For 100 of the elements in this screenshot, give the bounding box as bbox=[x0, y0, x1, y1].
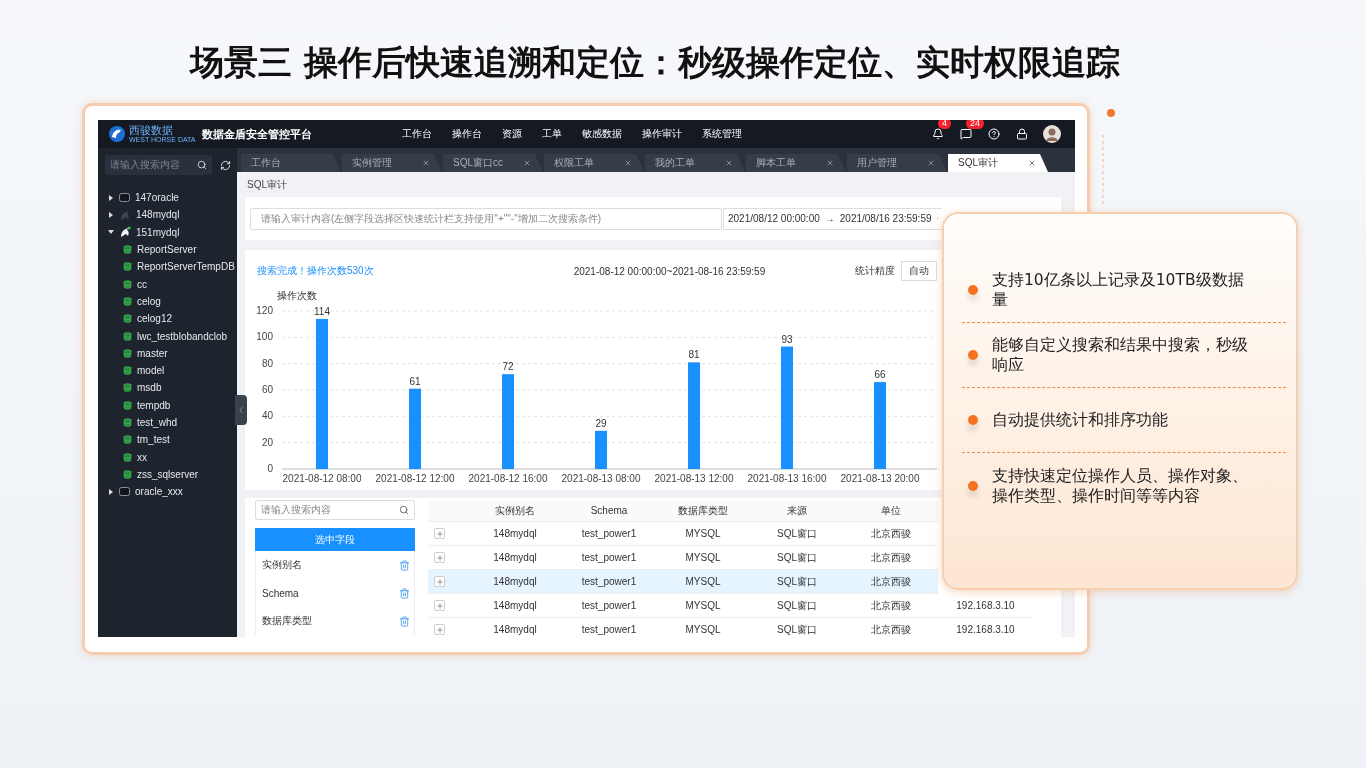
axis-title: 操作次数 bbox=[277, 290, 317, 301]
tree-item[interactable]: 147oracle bbox=[98, 189, 237, 207]
plus-icon bbox=[435, 601, 444, 610]
expand-button[interactable] bbox=[434, 528, 445, 539]
tree-item[interactable]: tempdb bbox=[98, 396, 237, 414]
tab[interactable]: 脚本工单 bbox=[746, 154, 846, 172]
help-button[interactable] bbox=[987, 127, 1001, 141]
field-item[interactable]: 实例别名 bbox=[255, 551, 415, 579]
trash-icon[interactable] bbox=[399, 559, 410, 571]
audit-search-field[interactable]: 请输入审计内容(左侧字段选择区快速统计栏支持使用"+""-"增加二次搜索条件) bbox=[250, 207, 722, 230]
tab[interactable]: 我的工单 bbox=[645, 154, 745, 172]
date-range-field[interactable]: 2021/08/12 00:00:00 → 2021/08/16 23:59:59 bbox=[723, 207, 942, 230]
tab[interactable]: SQL窗口cc bbox=[443, 154, 543, 172]
database-icon bbox=[123, 314, 132, 324]
tree-item[interactable]: 148mydql bbox=[98, 206, 237, 224]
lock-button[interactable] bbox=[1015, 127, 1029, 141]
count-badge: 4 bbox=[938, 120, 951, 129]
tree-item[interactable]: ReportServerTempDB bbox=[98, 258, 237, 276]
x-tick-label: 2021-08-12 08:00 bbox=[282, 473, 362, 484]
database-icon bbox=[123, 296, 132, 306]
collapse-handle[interactable] bbox=[235, 395, 247, 425]
nav-item[interactable]: 操作台 bbox=[451, 127, 482, 141]
table-cell-text: 192.168.3.10 bbox=[955, 600, 1016, 611]
table-cell-text: MYSQL bbox=[684, 528, 722, 539]
nav-item[interactable]: 系统管理 bbox=[701, 127, 742, 141]
notifications-button[interactable] bbox=[931, 127, 945, 141]
expand-button[interactable] bbox=[434, 552, 445, 563]
message-icon bbox=[960, 128, 972, 140]
table-cell-text: MYSQL bbox=[684, 576, 722, 587]
precision-select[interactable]: 自动 bbox=[901, 261, 937, 281]
tree-item[interactable]: celog12 bbox=[98, 310, 237, 328]
field-item[interactable]: Schema bbox=[255, 579, 415, 607]
database-icon bbox=[123, 418, 132, 427]
expand-button[interactable] bbox=[434, 576, 445, 587]
table-cell-text: 北京西骏 bbox=[870, 622, 912, 637]
tree-item[interactable]: xx bbox=[98, 448, 237, 466]
nav-item[interactable]: 资源 bbox=[501, 127, 522, 141]
tree-item[interactable]: oracle_xxx bbox=[98, 483, 237, 501]
breadcrumb: SQL审计 bbox=[247, 177, 287, 192]
tree-item[interactable]: 151mydql bbox=[98, 223, 237, 241]
tree-item[interactable]: model bbox=[98, 361, 237, 380]
table-cell-text: test_power1 bbox=[580, 576, 638, 587]
table-row[interactable]: 148mydql test_power1 MYSQL SQL窗口 北京西骏 bbox=[428, 570, 938, 594]
selected-fields-header: 选中字段 bbox=[255, 528, 415, 551]
tab[interactable]: 实例管理 bbox=[342, 154, 442, 172]
trash-icon[interactable] bbox=[399, 587, 410, 599]
close-icon[interactable] bbox=[422, 159, 430, 167]
table-cell-text: MYSQL bbox=[684, 624, 722, 635]
bar-value-label: 93 bbox=[781, 333, 793, 345]
bullet-dot bbox=[968, 415, 978, 425]
expand-button[interactable] bbox=[434, 624, 445, 635]
time-range: 2021-08-12 00:00:00~2021-08-16 23:59:59 bbox=[573, 265, 766, 277]
table-cell-text: SQL窗口 bbox=[776, 622, 818, 637]
trash-icon[interactable] bbox=[399, 615, 410, 627]
bar-value-label: 29 bbox=[595, 417, 607, 429]
column-header: 单位 bbox=[880, 503, 902, 518]
tab[interactable]: 权限工单 bbox=[544, 154, 644, 172]
tree-item[interactable]: msdb bbox=[98, 379, 237, 397]
database-icon bbox=[123, 279, 132, 289]
feature-text: 能够自定义搜索和结果中搜索，秒级响应 bbox=[992, 335, 1249, 375]
nav-item[interactable]: 工作台 bbox=[401, 127, 432, 141]
bar-value-label: 72 bbox=[502, 361, 514, 373]
tab[interactable]: SQL审计 bbox=[948, 154, 1048, 172]
messages-button[interactable] bbox=[959, 127, 973, 141]
tree-item[interactable]: master bbox=[98, 344, 237, 362]
database-icon bbox=[123, 366, 132, 376]
tab[interactable]: 用户管理 bbox=[847, 154, 947, 172]
close-icon[interactable] bbox=[523, 159, 531, 167]
close-icon[interactable] bbox=[725, 159, 733, 167]
close-icon[interactable] bbox=[1028, 159, 1036, 167]
field-search-field[interactable]: 请输入搜索内容 bbox=[255, 500, 415, 520]
tree-item[interactable]: zss_sqlserver bbox=[98, 465, 237, 484]
refresh-icon[interactable] bbox=[220, 159, 231, 171]
table-cell-text: 148mydql bbox=[492, 552, 538, 563]
feature-text: 支持快速定位操作人员、操作对象、操作类型、操作时间等等内容 bbox=[992, 465, 1249, 506]
tab[interactable]: 工作台 bbox=[241, 154, 341, 172]
table-cell-text: SQL窗口 bbox=[776, 574, 818, 589]
table-cell-text: test_power1 bbox=[580, 600, 638, 611]
tree-item[interactable]: cc bbox=[98, 275, 237, 293]
avatar[interactable] bbox=[1043, 125, 1061, 143]
nav-item[interactable]: 操作审计 bbox=[641, 127, 682, 141]
tree-item[interactable]: ReportServer bbox=[98, 240, 237, 259]
nav-item[interactable]: 工单 bbox=[541, 127, 562, 141]
expand-button[interactable] bbox=[434, 600, 445, 611]
x-tick-label: 2021-08-13 20:00 bbox=[840, 473, 920, 484]
plus-icon bbox=[435, 553, 444, 562]
bell-icon bbox=[932, 128, 944, 140]
tree-item[interactable]: tm_test bbox=[98, 431, 237, 449]
tree-item[interactable]: lwc_testblobandclob bbox=[98, 327, 237, 345]
tree-item[interactable]: test_whd bbox=[98, 413, 237, 432]
field-item[interactable]: 数据库类型 bbox=[255, 607, 415, 635]
caret-icon bbox=[108, 488, 114, 495]
tree-item[interactable]: celog bbox=[98, 292, 237, 311]
nav-item[interactable]: 敏感数据 bbox=[581, 127, 622, 141]
close-icon[interactable] bbox=[927, 159, 935, 167]
table-cell-text: 148mydql bbox=[492, 624, 538, 635]
close-icon[interactable] bbox=[826, 159, 834, 167]
y-tick-label: 120 bbox=[257, 305, 273, 316]
close-icon[interactable] bbox=[624, 159, 632, 167]
search-field[interactable]: 请输入搜索内容 bbox=[105, 155, 212, 175]
